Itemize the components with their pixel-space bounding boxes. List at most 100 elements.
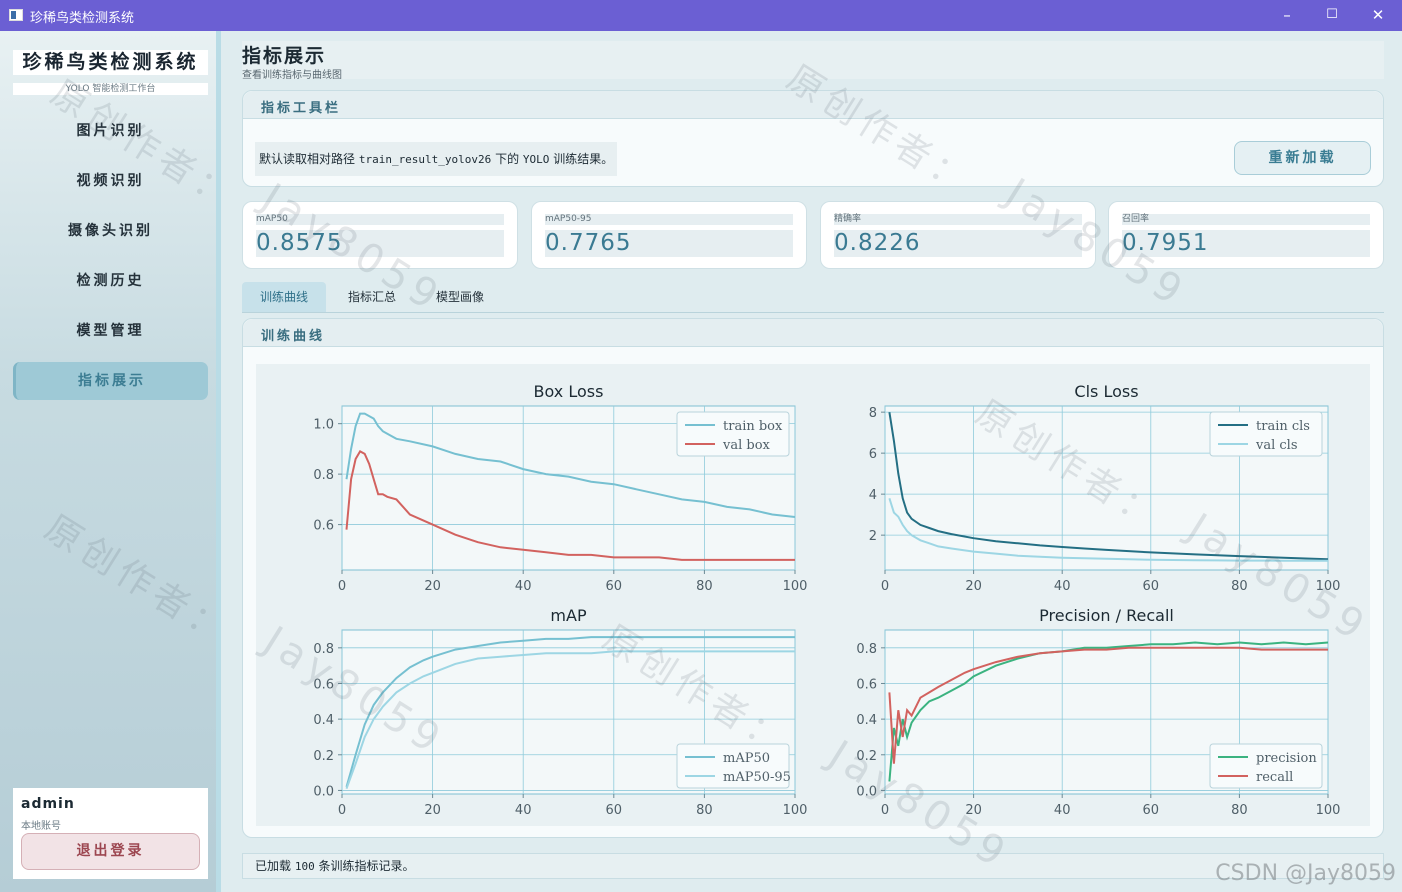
tick-label-y: 0.6 — [313, 519, 334, 534]
tab-training-curves[interactable]: 训练曲线 — [242, 282, 326, 312]
chart-title: Precision / Recall — [1039, 606, 1174, 625]
tab-model-profile[interactable]: 模型画像 — [418, 282, 502, 312]
toolbar-panel-header: 指标工具栏 — [243, 91, 1383, 119]
metric-value: 0.7951 — [1122, 230, 1370, 257]
app-icon — [9, 9, 23, 21]
tick-label-y: 0.8 — [313, 468, 334, 483]
tick-label-y: 0.6 — [313, 677, 334, 692]
note-yolo: YOLO — [522, 153, 550, 166]
tick-label-y: 4 — [869, 488, 877, 503]
tick-label-y: 0.0 — [313, 784, 334, 799]
metric-card-recall: 召回率 0.7951 — [1108, 201, 1384, 269]
main-content: 指标展示 查看训练指标与曲线图 指标工具栏 默认读取相对路径 train_res… — [226, 31, 1402, 892]
metric-value: 0.8575 — [256, 230, 504, 257]
tick-label-x: 80 — [1231, 579, 1248, 594]
note-path: train_result_yolov26 — [358, 153, 492, 166]
logout-button[interactable]: 退出登录 — [21, 833, 200, 870]
tick-label-x: 80 — [696, 803, 713, 818]
charts-area: 0 20 40 60 80 100 0.6 0.8 1.0 Box Loss train box va… — [256, 364, 1370, 826]
minimize-icon[interactable]: – — [1271, 4, 1303, 26]
close-icon[interactable]: ✕ — [1362, 4, 1394, 26]
curves-panel-header: 训练曲线 — [243, 319, 1383, 347]
tick-label-y: 1.0 — [313, 418, 334, 433]
tick-label-x: 60 — [606, 579, 623, 594]
legend-label: train box — [723, 419, 783, 434]
tick-label-y: 0.2 — [313, 749, 334, 764]
page-header: 指标展示 查看训练指标与曲线图 — [242, 41, 1384, 81]
tick-label-y: 0.0 — [856, 784, 877, 799]
brand-subtitle: YOLO 智能检测工作台 — [13, 83, 208, 95]
metric-value: 0.8226 — [834, 230, 1082, 257]
tick-label-x: 0 — [338, 803, 346, 818]
sidebar-item-metrics[interactable]: 指标展示 — [13, 362, 208, 400]
maximize-icon[interactable]: ☐ — [1316, 4, 1348, 26]
curves-panel-title: 训练曲线 — [261, 329, 326, 344]
user-card: admin 本地账号 退出登录 — [13, 788, 208, 879]
tick-label-x: 80 — [1231, 803, 1248, 818]
tick-label-x: 40 — [515, 579, 532, 594]
window-titlebar: 珍稀鸟类检测系统 – ☐ ✕ — [0, 0, 1402, 31]
tab-metrics-summary[interactable]: 指标汇总 — [330, 282, 414, 312]
note-prefix: 默认读取相对路径 — [259, 152, 359, 166]
tick-label-x: 40 — [515, 803, 532, 818]
tick-label-x: 60 — [1143, 579, 1160, 594]
legend-label: val box — [722, 438, 771, 453]
tick-label-y: 0.2 — [856, 749, 877, 764]
status-count: 100 — [294, 860, 315, 873]
sidebar-item-image-detect[interactable]: 图片识别 — [13, 112, 208, 150]
note-mid: 下的 — [491, 152, 523, 166]
tick-label-y: 2 — [869, 529, 877, 544]
tick-label-x: 20 — [965, 579, 982, 594]
sidebar-item-video-detect[interactable]: 视频识别 — [13, 162, 208, 200]
toolbar-note: 默认读取相对路径 train_result_yolov26 下的 YOLO 训练… — [255, 142, 618, 176]
sidebar-item-camera-detect[interactable]: 摄像头识别 — [13, 212, 208, 250]
sidebar-item-history[interactable]: 检测历史 — [13, 262, 208, 300]
legend-label: mAP50 — [723, 751, 770, 766]
curves-panel: 训练曲线 0 20 40 60 80 100 0.6 0.8 1.0 Box Loss train … — [242, 318, 1384, 838]
tick-label-x: 40 — [1054, 579, 1071, 594]
sidebar-item-models[interactable]: 模型管理 — [13, 312, 208, 350]
toolbar-panel: 指标工具栏 默认读取相对路径 train_result_yolov26 下的 Y… — [242, 90, 1384, 187]
tick-label-y: 8 — [869, 406, 877, 421]
legend-label: recall — [1256, 770, 1293, 785]
status-prefix: 已加载 — [255, 859, 295, 873]
metric-label: 精确率 — [834, 214, 1082, 225]
metric-card-precision: 精确率 0.8226 — [820, 201, 1096, 269]
reload-button[interactable]: 重新加载 — [1234, 141, 1371, 175]
tabs-divider — [242, 312, 1384, 313]
metric-value: 0.7765 — [545, 230, 793, 257]
tick-label-x: 100 — [783, 803, 808, 818]
tick-label-x: 0 — [881, 803, 889, 818]
legend-label: val cls — [1255, 438, 1298, 453]
sidebar: 珍稀鸟类检测系统 YOLO 智能检测工作台 图片识别 视频识别 摄像头识别 检测… — [0, 31, 221, 892]
tick-label-y: 0.8 — [313, 642, 334, 657]
tick-label-y: 6 — [869, 447, 877, 462]
csdn-watermark: CSDN @Jay8059 — [1215, 861, 1396, 886]
tick-label-x: 0 — [338, 579, 346, 594]
tick-label-x: 100 — [783, 579, 808, 594]
status-suffix: 条训练指标记录。 — [314, 859, 415, 873]
tick-label-x: 20 — [965, 803, 982, 818]
charts-svg: 0 20 40 60 80 1000.60.81.0Box Losstrain boxva… — [313, 382, 1341, 818]
tick-label-x: 20 — [424, 803, 441, 818]
metric-card-map50: mAP50 0.8575 — [242, 201, 518, 269]
metric-card-map50-95: mAP50-95 0.7765 — [531, 201, 807, 269]
status-bar: 已加载 100 条训练指标记录。 — [242, 853, 1384, 879]
tick-label-x: 100 — [1316, 579, 1341, 594]
chart-title: Box Loss — [534, 382, 604, 401]
tick-label-y: 0.6 — [856, 677, 877, 692]
tick-label-x: 20 — [424, 579, 441, 594]
tick-label-x: 100 — [1316, 803, 1341, 818]
tick-label-x: 60 — [1143, 803, 1160, 818]
tick-label-x: 0 — [881, 579, 889, 594]
legend-label: precision — [1256, 751, 1317, 766]
tick-label-y: 0.4 — [856, 713, 877, 728]
chart-title: Cls Loss — [1074, 382, 1138, 401]
page-subtitle: 查看训练指标与曲线图 — [242, 70, 342, 81]
window-title: 珍稀鸟类检测系统 — [30, 11, 135, 26]
brand-title: 珍稀鸟类检测系统 — [13, 50, 208, 75]
tick-label-x: 60 — [606, 803, 623, 818]
page-title: 指标展示 — [242, 45, 327, 67]
tick-label-y: 0.8 — [856, 642, 877, 657]
metric-label: 召回率 — [1122, 214, 1370, 225]
